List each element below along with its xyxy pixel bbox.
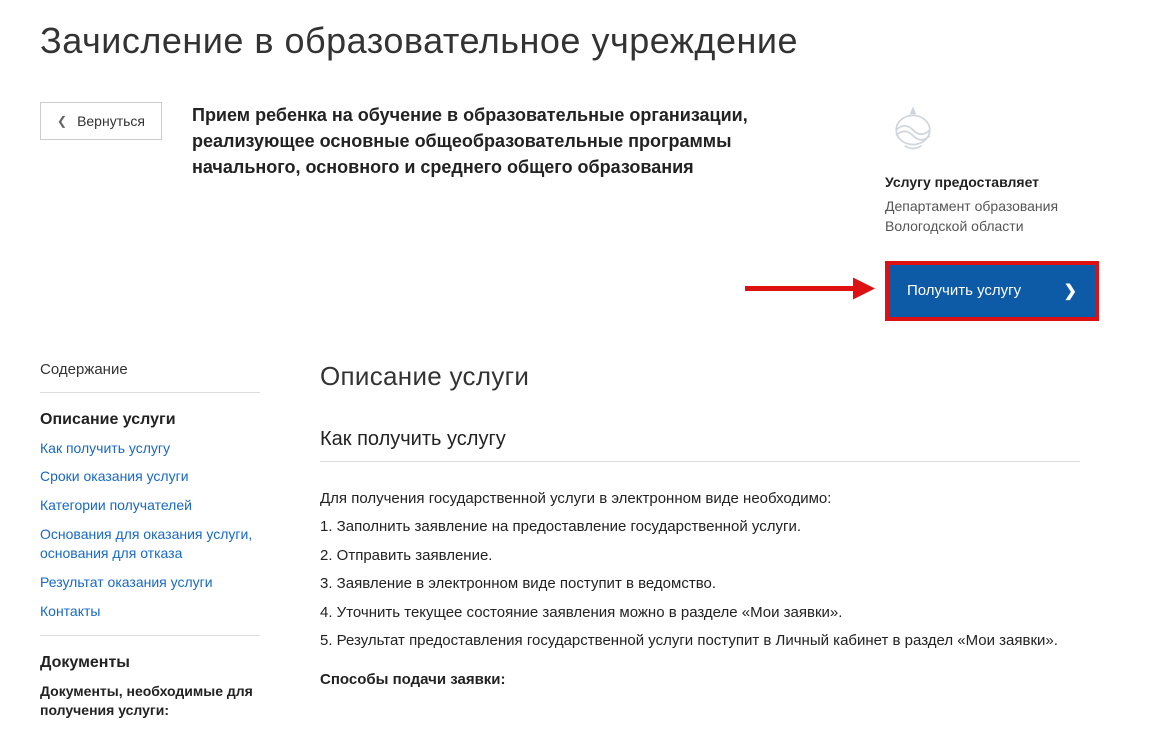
step-3: 3. Заявление в электронном виде поступит… bbox=[320, 573, 1080, 596]
intro-text: Для получения государственной услуги в э… bbox=[320, 488, 1080, 511]
submit-methods-label: Способы подачи заявки: bbox=[320, 671, 1080, 688]
divider bbox=[40, 392, 260, 393]
how-to-title: Как получить услугу bbox=[320, 428, 1080, 451]
service-subtitle: Прием ребенка на обучение в образователь… bbox=[192, 102, 812, 180]
provider-label: Услугу предоставляет bbox=[885, 174, 1115, 190]
sidebar-link-contacts[interactable]: Контакты bbox=[40, 602, 260, 621]
sidebar-contents-heading: Содержание bbox=[40, 361, 260, 378]
arrow-annotation-icon bbox=[745, 273, 875, 308]
get-service-label: Получить услугу bbox=[907, 282, 1021, 299]
back-button[interactable]: ❮ Вернуться bbox=[40, 102, 162, 140]
back-button-label: Вернуться bbox=[77, 113, 145, 129]
step-5: 5. Результат предоставления государствен… bbox=[320, 630, 1080, 653]
sidebar-link-result[interactable]: Результат оказания услуги bbox=[40, 573, 260, 592]
provider-name: Департамент образования Вологодской обла… bbox=[885, 196, 1115, 237]
sidebar-link-how[interactable]: Как получить услугу bbox=[40, 439, 260, 458]
divider bbox=[40, 635, 260, 636]
divider bbox=[320, 461, 1080, 462]
step-1: 1. Заполнить заявление на предоставление… bbox=[320, 516, 1080, 539]
sidebar-description-heading: Описание услуги bbox=[40, 411, 260, 429]
sidebar-documents-heading: Документы bbox=[40, 654, 260, 672]
page-title: Зачисление в образовательное учреждение bbox=[40, 20, 1115, 62]
step-4: 4. Уточнить текущее состояние заявления … bbox=[320, 602, 1080, 625]
description-title: Описание услуги bbox=[320, 361, 1080, 392]
get-service-button[interactable]: Получить услугу ❯ bbox=[885, 261, 1099, 321]
sidebar-documents-sub: Документы, необходимые для получения усл… bbox=[40, 682, 260, 721]
sidebar-link-categories[interactable]: Категории получателей bbox=[40, 496, 260, 515]
sidebar-link-grounds[interactable]: Основания для оказания услуги, основания… bbox=[40, 525, 260, 563]
sidebar-link-terms[interactable]: Сроки оказания услуги bbox=[40, 467, 260, 486]
step-2: 2. Отправить заявление. bbox=[320, 545, 1080, 568]
emblem-icon bbox=[885, 102, 941, 158]
chevron-right-icon: ❯ bbox=[1064, 281, 1077, 301]
chevron-left-icon: ❮ bbox=[57, 114, 67, 128]
